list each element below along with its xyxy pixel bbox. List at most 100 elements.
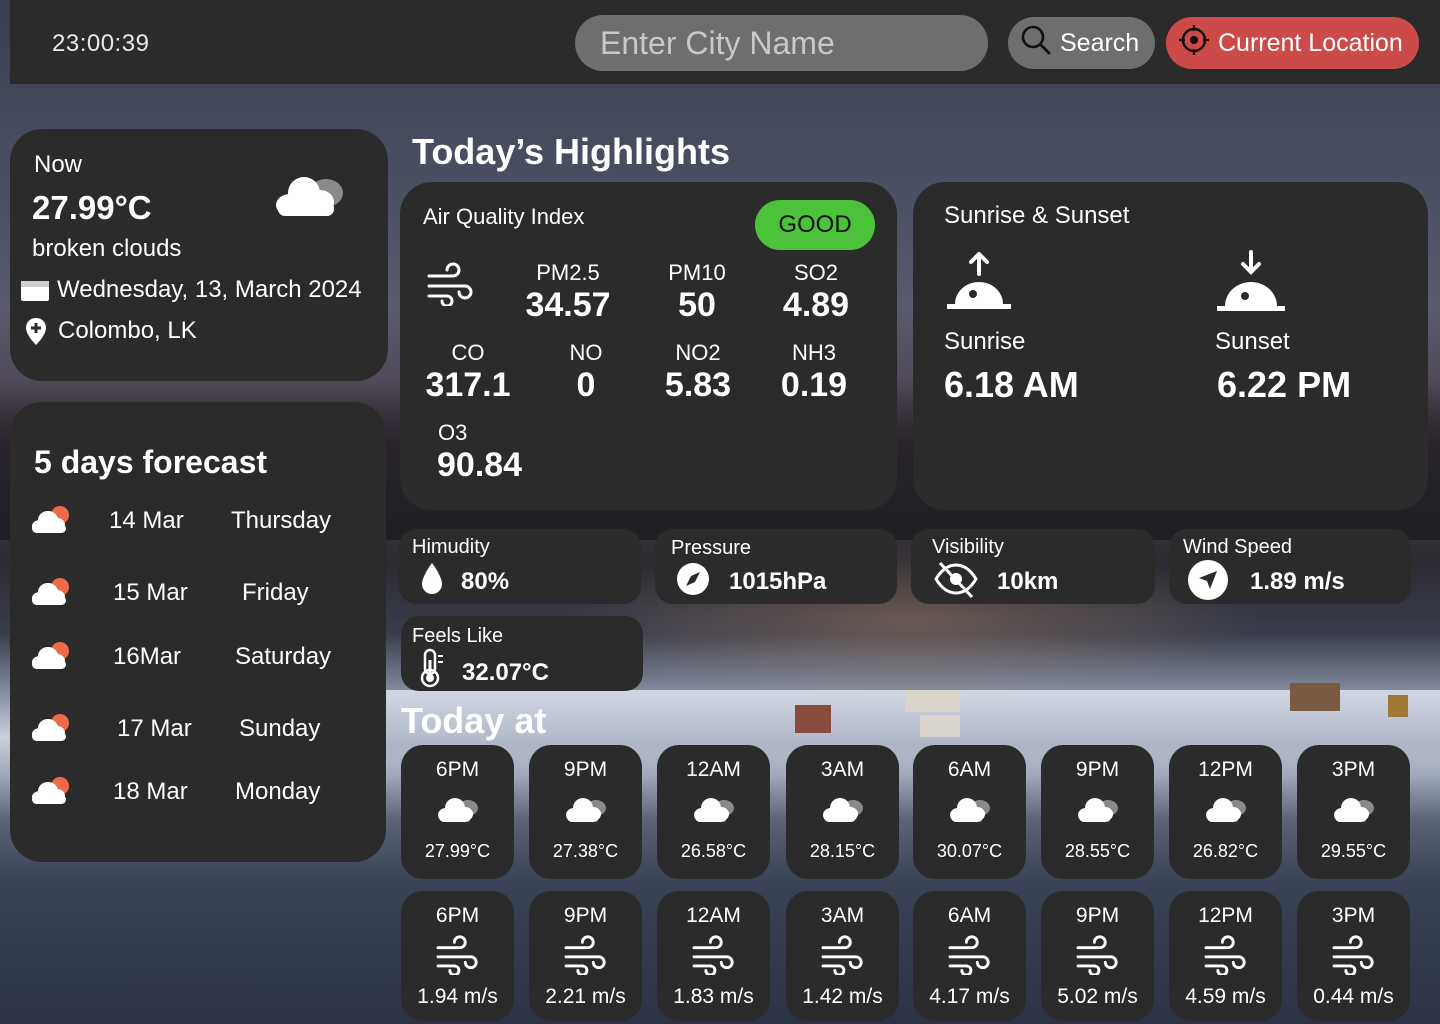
hour-time: 9PM [563, 758, 608, 781]
hourly-wind-card: 12AM 1.83 m/s [657, 891, 770, 1021]
cloud-icon [947, 795, 993, 830]
hourly-wind-card: 12PM 4.59 m/s [1169, 891, 1282, 1021]
hour-temp: 29.55°C [1320, 841, 1387, 861]
aqi-pollutant-value: 34.57 [525, 286, 611, 324]
hour-temp: 26.82°C [1192, 841, 1259, 861]
hourly-temp-card: 12AM 26.58°C [657, 745, 770, 879]
visibility-value: 10km [997, 568, 1059, 595]
hour-time: 3PM [1331, 904, 1376, 927]
thermometer-icon [417, 648, 445, 693]
hourly-temp-card: 6PM 27.99°C [401, 745, 514, 879]
sun-cloud-icon [30, 577, 72, 612]
hourly-wind-card: 3PM 0.44 m/s [1297, 891, 1410, 1021]
current-location-label: Current Location [1218, 28, 1403, 57]
hour-temp: 26.58°C [680, 841, 747, 861]
feels-like-value: 32.07°C [462, 659, 549, 686]
wind-icon [692, 935, 736, 980]
hour-time: 6AM [947, 904, 992, 927]
aqi-pollutant-label: NO2 [675, 340, 721, 365]
hour-wind-speed: 5.02 m/s [1057, 985, 1138, 1008]
wind-icon [821, 935, 865, 980]
background-house [920, 715, 960, 737]
hour-temp: 27.38°C [552, 841, 619, 861]
cloud-icon [1203, 795, 1249, 830]
search-button[interactable]: Search [1008, 17, 1155, 69]
eye-slash-icon [934, 559, 978, 604]
wind-icon [564, 935, 608, 980]
humidity-value: 80% [461, 568, 510, 595]
weather-description: broken clouds [32, 235, 182, 262]
calendar-icon [20, 280, 50, 307]
location-pin-icon [24, 317, 48, 352]
wind-icon [427, 262, 475, 311]
aqi-status-badge: GOOD [755, 200, 875, 250]
hour-temp: 28.15°C [809, 841, 876, 861]
search-icon [1020, 24, 1060, 63]
cloud-icon [820, 795, 866, 830]
current-location-button[interactable]: Current Location [1166, 17, 1419, 69]
hour-wind-speed: 0.44 m/s [1313, 985, 1394, 1008]
hourly-temp-card: 6AM 30.07°C [913, 745, 1026, 879]
current-location: Colombo, LK [58, 317, 197, 344]
hour-time: 9PM [1075, 758, 1120, 781]
cloud-icon [691, 795, 737, 830]
aqi-pollutant-label: O3 [438, 420, 468, 445]
hour-temp: 28.55°C [1064, 841, 1131, 861]
hour-time: 6PM [435, 904, 480, 927]
hourly-temp-card: 12PM 26.82°C [1169, 745, 1282, 879]
sun-cloud-icon [30, 713, 72, 748]
sun-cloud-icon [30, 776, 72, 811]
hour-temp: 27.99°C [424, 841, 491, 861]
aqi-pollutant-label: PM10 [668, 260, 726, 285]
background-house [795, 705, 831, 733]
sun-cloud-icon [30, 505, 72, 540]
wind-icon [1204, 935, 1248, 980]
water-drop-icon [420, 562, 444, 601]
aqi-pollutant-value: 0.19 [780, 366, 848, 404]
cloud-icon [1331, 795, 1377, 830]
forecast-date: 14 Mar [109, 507, 184, 534]
hour-wind-speed: 4.59 m/s [1185, 985, 1266, 1008]
navigation-arrow-icon [1187, 559, 1229, 606]
pressure-label: Pressure [671, 537, 752, 559]
forecast-day: Saturday [235, 643, 332, 670]
sun-title: Sunrise & Sunset [944, 202, 1130, 229]
aqi-pollutant-label: NO [569, 340, 603, 365]
forecast-date: 17 Mar [117, 715, 192, 742]
hour-time: 12PM [1198, 904, 1253, 927]
sun-cloud-icon [30, 641, 72, 676]
hourly-wind-card: 9PM 5.02 m/s [1041, 891, 1154, 1021]
clock: 23:00:39 [52, 30, 150, 57]
forecast-row: 18 Mar Monday [0, 776, 386, 811]
pressure-card: Pressure 1015hPa [655, 529, 897, 604]
today-title: Today at [401, 700, 547, 741]
city-search-input[interactable] [575, 15, 988, 71]
sunset-time: 6.22 PM [1217, 364, 1352, 405]
background-house [1290, 683, 1340, 711]
aqi-pollutant-label: NH3 [791, 340, 836, 365]
sunrise-time: 6.18 AM [944, 364, 1079, 405]
hour-time: 6PM [435, 758, 480, 781]
hour-time: 6AM [947, 758, 992, 781]
air-quality-card: Air Quality Index GOOD PM2.5 34.57 PM10 50 S… [400, 182, 897, 510]
hour-wind-speed: 1.94 m/s [417, 985, 498, 1008]
background-house [1388, 695, 1408, 717]
hour-wind-speed: 1.42 m/s [802, 985, 883, 1008]
forecast-day: Sunday [239, 715, 321, 742]
forecast-date: 16Mar [113, 643, 182, 670]
hourly-wind-card: 6AM 4.17 m/s [913, 891, 1026, 1021]
cloud-icon [1075, 795, 1121, 830]
forecast-row: 17 Mar Sunday [0, 713, 386, 748]
aqi-pollutant-label: CO [451, 340, 485, 365]
wind-speed-value: 1.89 m/s [1250, 568, 1345, 595]
humidity-label: Himudity [412, 536, 490, 558]
highlights-title: Today’s Highlights [412, 131, 731, 172]
forecast-row: 15 Mar Friday [0, 577, 386, 612]
hour-wind-speed: 4.17 m/s [929, 985, 1010, 1008]
forecast-row: 14 Mar Thursday [0, 505, 386, 540]
now-label: Now [34, 151, 83, 178]
hour-time: 3AM [820, 758, 865, 781]
aqi-pollutant-label: SO2 [793, 260, 839, 285]
visibility-card: Visibility 10km [911, 529, 1155, 604]
wind-icon [948, 935, 992, 980]
